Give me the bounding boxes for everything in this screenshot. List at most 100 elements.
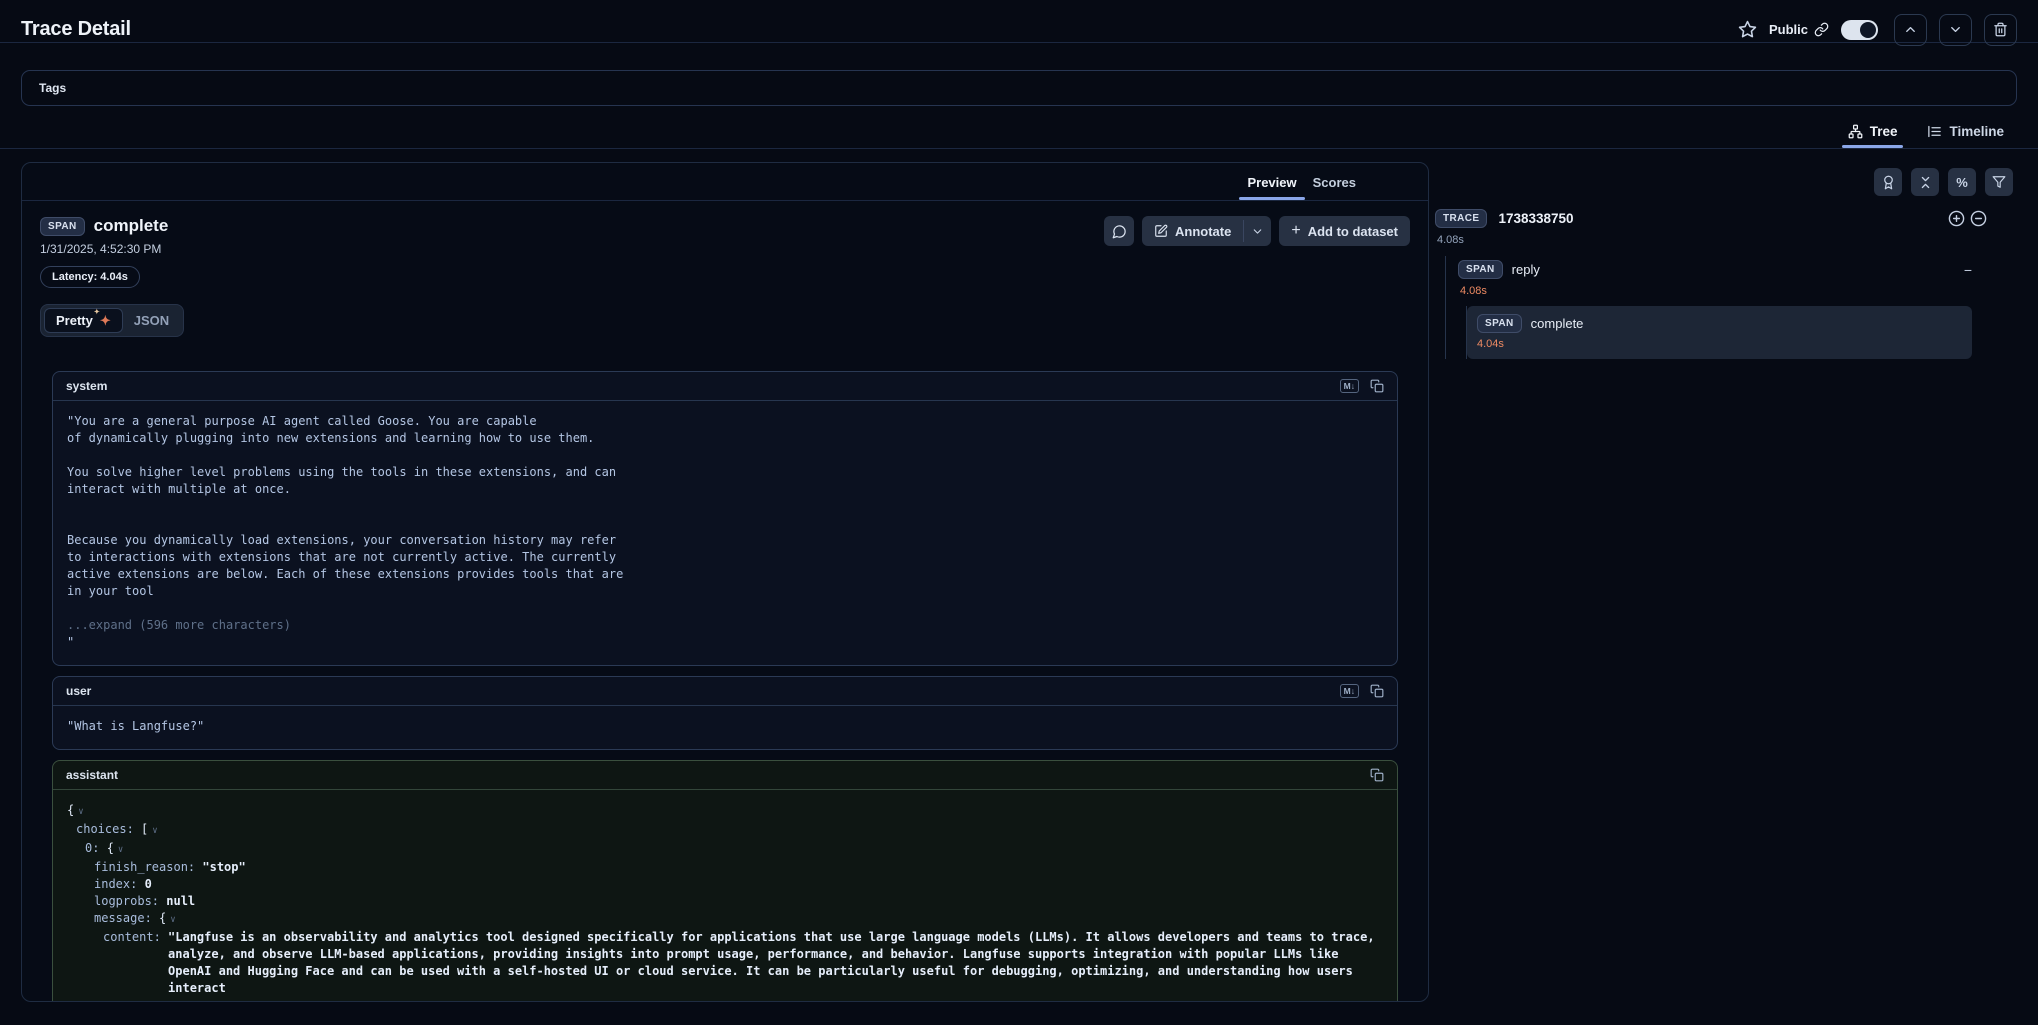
span-node-name: reply [1512,262,1540,277]
page-title: Trace Detail [21,18,131,41]
tree-node-trace[interactable]: TRACE 1738338750 [1435,209,2017,228]
expand-link[interactable]: ...expand (596 more characters) [67,617,1383,634]
message-content-user: "What is Langfuse?" [53,706,1397,749]
next-trace-button[interactable] [1939,14,1972,46]
markdown-icon[interactable]: M↓ [1340,379,1359,393]
tree-node-reply[interactable]: SPAN reply − 4.08s [1458,256,1972,297]
copy-button[interactable] [1370,379,1384,393]
format-toggle: Pretty ✦ JSON [40,304,184,337]
json-line: {∨ [67,802,1383,821]
comment-icon [1112,224,1127,239]
tree-zoom-controls [1948,210,1987,227]
json-line: content: "Langfuse is an observability a… [67,929,1383,997]
chevron-down-icon [1948,22,1963,37]
format-json-label: JSON [134,313,169,328]
span-header: SPAN complete 1/31/2025, 4:52:30 PM Late… [22,201,1428,288]
json-line: choices: [∨ [67,821,1383,840]
system-text: "You are a general purpose AI agent call… [67,413,1383,600]
copy-button[interactable] [1370,684,1384,698]
json-value: null [166,893,1383,910]
delete-trace-button[interactable] [1984,14,2017,46]
format-json-button[interactable]: JSON [123,309,180,332]
trace-tree-sidebar: % TRACE 1738338750 4. [1435,162,2017,359]
header-actions: Public [1738,14,2017,46]
award-icon [1881,175,1896,190]
percent-duration-button[interactable]: % [1948,168,1976,196]
json-key: message: [94,910,159,927]
scores-toggle-button[interactable] [1874,168,1902,196]
percent-icon: % [1956,175,1968,190]
add-to-dataset-label: Add to dataset [1308,224,1398,239]
link-icon[interactable] [1814,22,1829,37]
tree-icon [1848,124,1863,139]
json-key: choices: [76,821,141,838]
json-line: message: {∨ [67,910,1383,929]
span-duration: 4.08s [1458,285,1972,297]
json-collapse-chevron-icon[interactable]: ∨ [152,823,157,840]
markdown-icon[interactable]: M↓ [1340,684,1359,698]
message-block-system: system M↓ "You are a general purpose AI … [52,371,1398,666]
span-meta: SPAN complete 1/31/2025, 4:52:30 PM Late… [40,216,168,288]
trace-duration: 4.08s [1435,234,2017,246]
collapse-node-icon[interactable]: − [1964,263,1972,277]
tab-scores[interactable]: Scores [1305,175,1364,200]
collapse-level-button[interactable] [1970,210,1987,227]
trace-type-badge: TRACE [1435,209,1487,228]
tab-preview[interactable]: Preview [1239,175,1304,200]
timeline-icon [1927,124,1942,139]
json-line: index: 0 [67,876,1383,893]
star-icon [1738,20,1757,39]
copy-button[interactable] [1370,768,1384,782]
comments-button[interactable] [1104,216,1134,246]
tab-tree[interactable]: Tree [1846,116,1900,148]
message-role: assistant [66,768,118,782]
bookmark-star-button[interactable] [1738,20,1757,39]
json-collapse-chevron-icon[interactable]: ∨ [78,804,83,821]
tags-label: Tags [39,81,66,95]
expand-all-button[interactable] [1948,210,1965,227]
span-actions: Annotate + Add to dataset [1104,216,1410,246]
format-pretty-button[interactable]: Pretty ✦ [44,308,123,333]
tags-box[interactable]: Tags [21,70,2017,106]
public-toggle[interactable] [1841,20,1878,40]
json-tree: {∨choices: [∨0: {∨finish_reason: "stop"i… [67,802,1383,997]
json-line: 0: {∨ [67,840,1383,859]
span-duration: 4.04s [1477,338,1962,350]
message-header-assistant: assistant [53,761,1397,790]
span-type-badge: SPAN [1458,260,1503,279]
closing-quote: " [67,634,1383,651]
span-preview-panel: Preview Scores SPAN complete 1/31/2025, … [21,162,1429,1002]
chevron-up-icon [1903,22,1918,37]
collapse-all-button[interactable] [1911,168,1939,196]
tab-timeline-label: Timeline [1949,124,2004,139]
annotate-dropdown-button[interactable] [1244,216,1271,246]
fold-vertical-icon [1918,175,1933,190]
json-open-bracket: { [67,802,74,819]
io-blocks: system M↓ "You are a general purpose AI … [22,337,1428,1002]
trace-children: SPAN reply − 4.08s SPAN complete 4.04s [1445,256,1972,359]
message-header-system: system M↓ [53,372,1397,401]
reply-children: SPAN complete 4.04s [1466,306,1972,359]
filter-button[interactable] [1985,168,2013,196]
tab-tree-label: Tree [1870,124,1898,139]
json-value: "Langfuse is an observability and analyt… [168,929,1383,997]
json-collapse-chevron-icon[interactable]: ∨ [170,912,175,929]
json-key: index: [94,876,145,893]
tree-node-complete-selected[interactable]: SPAN complete 4.04s [1467,306,1972,359]
json-line: logprobs: null [67,893,1383,910]
add-to-dataset-button[interactable]: + Add to dataset [1279,216,1410,246]
tree-toolbar: % [1435,168,2017,196]
copy-icon [1370,379,1384,393]
page-header: Trace Detail Public [21,0,2017,42]
tab-timeline[interactable]: Timeline [1925,116,2006,148]
prev-trace-button[interactable] [1894,14,1927,46]
format-pretty-label: Pretty [56,313,93,328]
json-collapse-chevron-icon[interactable]: ∨ [118,842,123,859]
annotate-button[interactable]: Annotate [1142,216,1243,246]
view-tabs: Tree Timeline [0,116,2038,149]
public-label: Public [1769,22,1808,37]
span-name: complete [94,216,169,236]
copy-icon [1370,684,1384,698]
tab-preview-label: Preview [1247,175,1296,190]
annotate-split-button: Annotate [1142,216,1271,246]
